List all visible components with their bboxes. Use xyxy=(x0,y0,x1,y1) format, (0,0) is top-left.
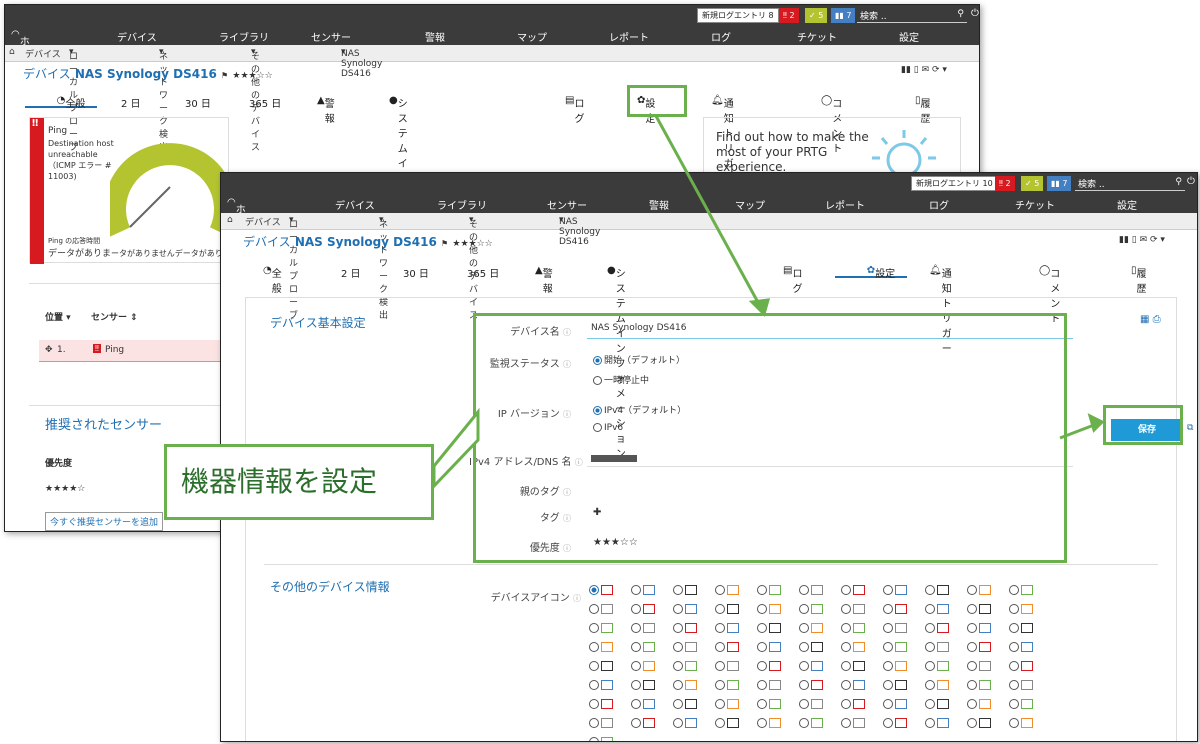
arrow-settings-line xyxy=(654,115,762,307)
arrow-save-line xyxy=(1059,423,1095,440)
annotation-callout: 機器情報を設定 xyxy=(164,444,434,520)
callout-pointer xyxy=(432,407,480,490)
arrow-save-head xyxy=(1087,413,1105,433)
arrow-settings-head xyxy=(748,298,771,317)
annotation-arrows xyxy=(432,115,1105,490)
